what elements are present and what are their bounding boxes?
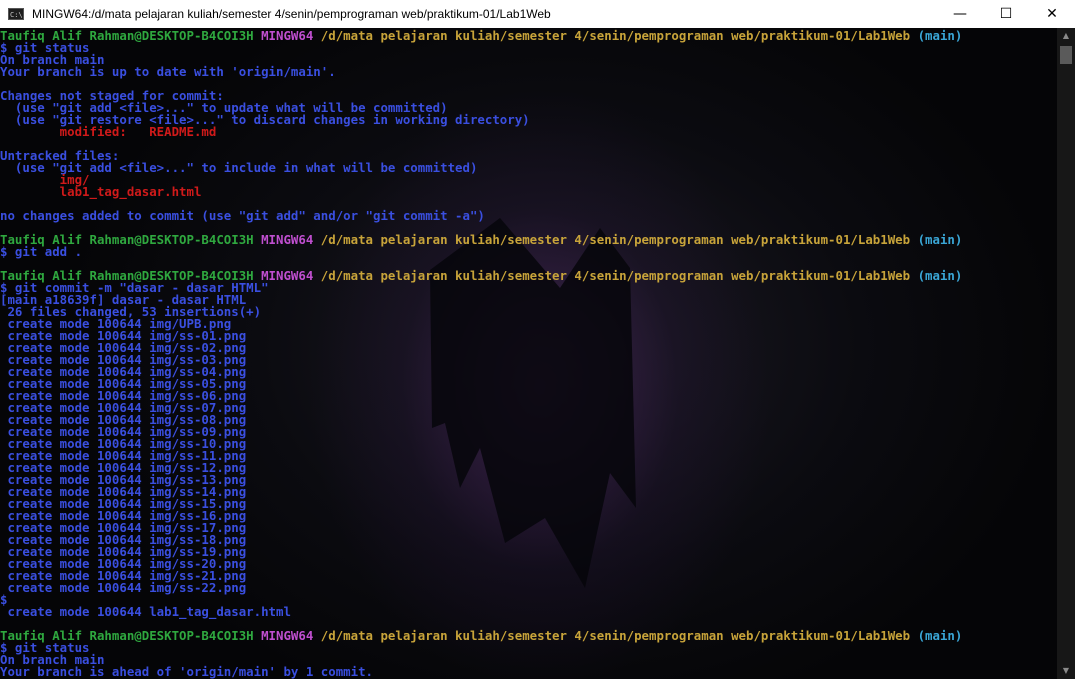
- terminal-line: $ git add .: [0, 244, 962, 259]
- terminal-line: Your branch is ahead of 'origin/main' by…: [0, 664, 962, 679]
- close-button[interactable]: ✕: [1029, 0, 1075, 28]
- terminal-line: $ git status: [0, 41, 962, 54]
- terminal-line: Taufiq Alif Rahman@DESKTOP-B4COI3H MINGW…: [0, 28, 963, 43]
- terminal-line: $ git status: [0, 641, 962, 654]
- vertical-scrollbar[interactable]: ▲ ▼: [1057, 28, 1075, 679]
- terminal-line: Your branch is up to date with 'origin/m…: [0, 64, 962, 79]
- terminal-text-segment: lab1_tag_dasar.html: [0, 184, 202, 199]
- terminal-text-segment: MINGW64: [261, 28, 321, 43]
- terminal-text-segment: modified: README.md: [0, 124, 217, 139]
- terminal-line: modified: README.md: [0, 124, 962, 139]
- terminal-text-segment: Your branch is ahead of 'origin/main' by…: [0, 664, 373, 679]
- terminal-text-segment: create mode 100644 lab1_tag_dasar.html: [0, 604, 291, 619]
- terminal-text-segment: /d/mata pelajaran kuliah/semester 4/seni…: [320, 232, 911, 247]
- terminal-text-segment: (main): [910, 232, 963, 247]
- terminal-text-segment: Your branch is up to date with 'origin/m…: [0, 64, 336, 79]
- terminal-line: (use "git add <file>..." to include in w…: [0, 161, 962, 174]
- terminal-icon[interactable]: C:\: [8, 8, 24, 20]
- terminal-text-segment: MINGW64: [261, 232, 321, 247]
- terminal-line: Taufiq Alif Rahman@DESKTOP-B4COI3H MINGW…: [0, 232, 963, 247]
- terminal-line: create mode 100644 lab1_tag_dasar.html: [0, 604, 962, 619]
- scrollbar-thumb[interactable]: [1060, 46, 1072, 64]
- minimize-button[interactable]: —: [937, 0, 983, 28]
- terminal-text-segment: /d/mata pelajaran kuliah/semester 4/seni…: [320, 268, 911, 283]
- title-bar[interactable]: C:\ MINGW64:/d/mata pelajaran kuliah/sem…: [0, 0, 1075, 28]
- terminal-text-segment: MINGW64: [261, 628, 321, 643]
- terminal-text-segment: /d/mata pelajaran kuliah/semester 4/seni…: [320, 28, 911, 43]
- scroll-down-icon[interactable]: ▼: [1057, 663, 1075, 679]
- minimize-icon: —: [953, 6, 967, 22]
- window-controls: — ☐ ✕: [937, 0, 1075, 28]
- terminal-output[interactable]: Taufiq Alif Rahman@DESKTOP-B4COI3H MINGW…: [0, 28, 1057, 679]
- terminal-lines: Taufiq Alif Rahman@DESKTOP-B4COI3H MINGW…: [0, 28, 963, 679]
- terminal-text-segment: (main): [910, 28, 963, 43]
- window-title: MINGW64:/d/mata pelajaran kuliah/semeste…: [32, 7, 551, 21]
- terminal-text-segment: create mode 100644 img/ss-22.png: [0, 580, 247, 595]
- terminal-text-segment: $ git add .: [0, 244, 83, 259]
- scroll-up-icon[interactable]: ▲: [1057, 28, 1075, 44]
- terminal-text-segment: (main): [910, 628, 963, 643]
- terminal-text-segment: (main): [910, 268, 963, 283]
- maximize-icon: ☐: [999, 6, 1013, 22]
- terminal-text-segment: MINGW64: [261, 268, 321, 283]
- terminal-line: create mode 100644 img/ss-22.png: [0, 580, 962, 595]
- maximize-button[interactable]: ☐: [983, 0, 1029, 28]
- terminal-line: no changes added to commit (use "git add…: [0, 208, 962, 223]
- terminal-line: lab1_tag_dasar.html: [0, 184, 962, 199]
- terminal-window: C:\ MINGW64:/d/mata pelajaran kuliah/sem…: [0, 0, 1075, 679]
- terminal-text-segment: /d/mata pelajaran kuliah/semester 4/seni…: [320, 628, 911, 643]
- close-icon: ✕: [1046, 6, 1058, 22]
- terminal-line: Taufiq Alif Rahman@DESKTOP-B4COI3H MINGW…: [0, 628, 963, 643]
- terminal-text-segment: no changes added to commit (use "git add…: [0, 208, 485, 223]
